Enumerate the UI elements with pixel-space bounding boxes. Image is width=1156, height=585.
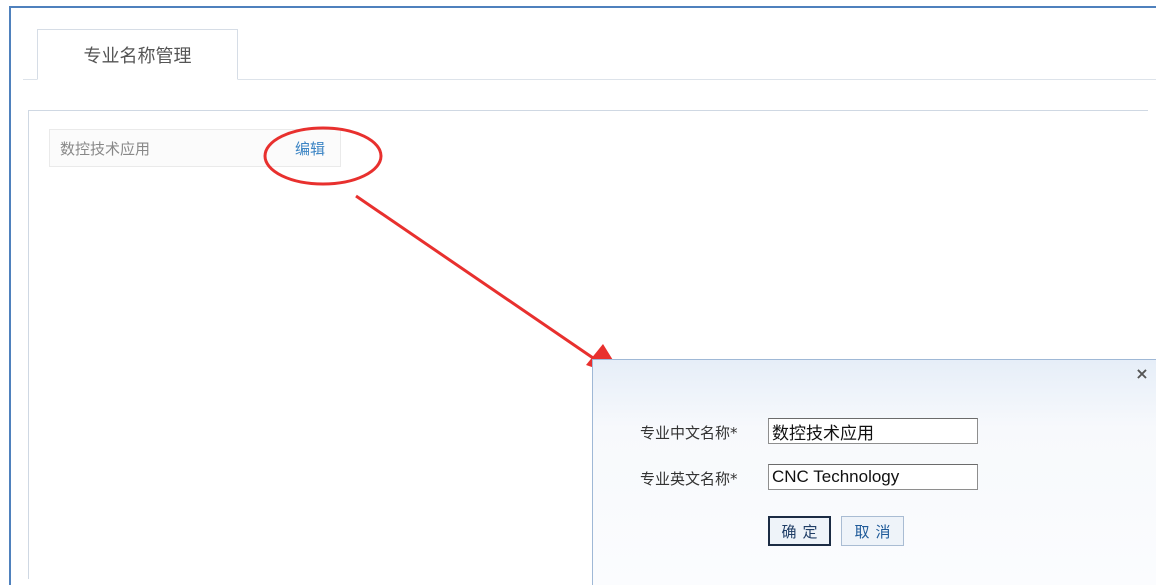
english-name-input[interactable] <box>768 464 978 490</box>
chinese-name-label: 专业中文名称* <box>640 424 738 442</box>
major-name: 数控技术应用 <box>60 140 151 158</box>
edit-major-dialog: × 专业中文名称* 专业英文名称* 确定 取消 <box>592 359 1156 585</box>
tab-label: 专业名称管理 <box>83 45 192 67</box>
chinese-name-row: 专业中文名称* <box>640 418 1040 444</box>
dialog-buttons: 确定 取消 <box>768 516 908 546</box>
confirm-button[interactable]: 确定 <box>768 516 831 546</box>
chinese-name-input[interactable] <box>768 418 978 444</box>
close-icon[interactable]: × <box>1134 366 1150 382</box>
tab-major-name-management[interactable]: 专业名称管理 <box>37 29 238 80</box>
english-name-row: 专业英文名称* <box>640 464 1040 490</box>
edit-link[interactable]: 编辑 <box>295 130 325 168</box>
cancel-button[interactable]: 取消 <box>841 516 904 546</box>
list-item: 数控技术应用 编辑 <box>49 129 341 167</box>
english-name-label: 专业英文名称* <box>640 470 738 488</box>
